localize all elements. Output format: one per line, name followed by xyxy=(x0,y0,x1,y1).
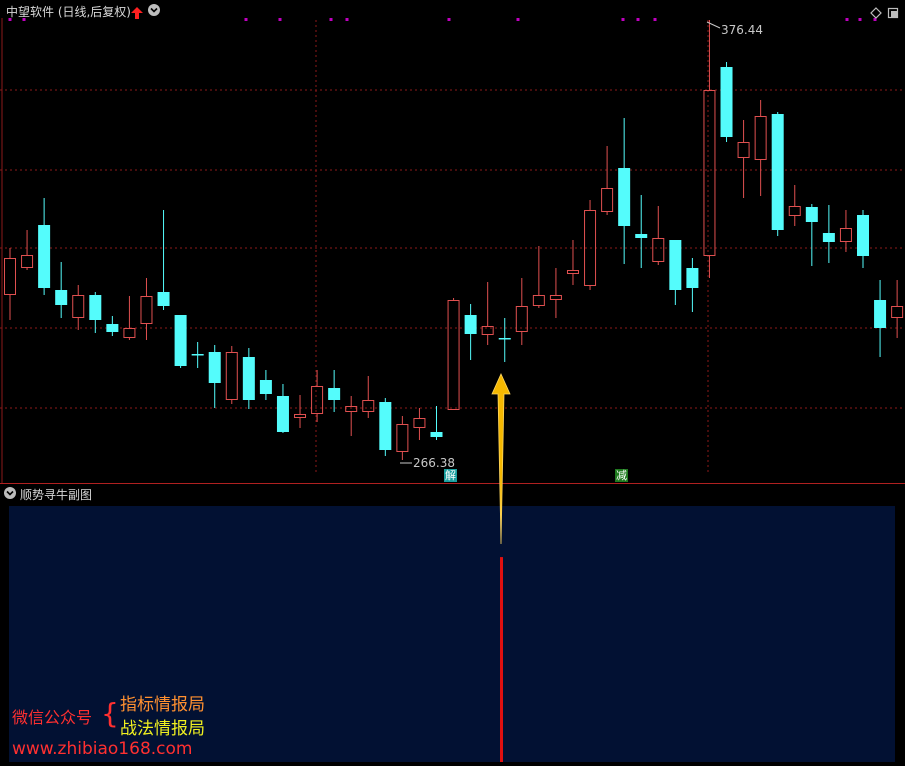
top-marker xyxy=(621,18,625,21)
candle-body xyxy=(379,402,392,450)
top-marker xyxy=(858,18,862,21)
candle-body xyxy=(805,207,818,222)
candle xyxy=(174,315,187,368)
candle-body xyxy=(686,268,699,288)
candle-body xyxy=(174,315,187,366)
candle-body xyxy=(669,240,682,290)
candle-body xyxy=(635,234,648,238)
candle-body xyxy=(242,357,255,400)
low-price-label: 266.38 xyxy=(413,456,455,470)
chart-title: 中望软件 (日线,后复权) xyxy=(6,5,131,19)
candle-body xyxy=(857,215,869,256)
top-marker xyxy=(447,18,451,21)
high-price-label: 376.44 xyxy=(721,23,763,37)
diamond-icon[interactable] xyxy=(870,4,882,19)
candle-body xyxy=(822,233,835,242)
top-marker xyxy=(329,18,333,21)
candle xyxy=(771,112,784,236)
top-marker xyxy=(653,18,657,21)
watermark-brace: { xyxy=(101,697,119,730)
candle-body xyxy=(498,338,511,340)
candle-body xyxy=(464,315,477,334)
candle-body xyxy=(618,168,631,226)
top-marker xyxy=(278,18,282,21)
collapse-subchart-icon[interactable] xyxy=(4,487,16,499)
candle-body xyxy=(276,396,289,432)
candle xyxy=(242,348,255,409)
signal-bar xyxy=(500,557,503,762)
watermark-url[interactable]: www.zhibiao168.com xyxy=(12,739,192,759)
watermark-account-label: 微信公众号 xyxy=(12,708,93,727)
candle-body xyxy=(157,292,170,306)
signal-jian: 减 xyxy=(615,469,628,482)
candle-body xyxy=(208,352,221,383)
candle-body xyxy=(191,354,204,356)
candle-body xyxy=(771,114,784,230)
candle-body xyxy=(89,295,102,320)
chevron-down-icon[interactable] xyxy=(148,4,160,16)
subchart-title: 顺势寻牛副图 xyxy=(20,488,93,502)
buy-arrow-icon xyxy=(491,373,511,545)
top-marker xyxy=(244,18,248,21)
watermark-line2: 战法情报局 xyxy=(120,719,205,739)
candle xyxy=(379,398,392,456)
top-marker xyxy=(516,18,520,21)
candlestick-chart[interactable]: 376.44 266.38 xyxy=(0,0,905,484)
candle xyxy=(720,62,733,142)
candle-body xyxy=(874,300,887,328)
candle-body xyxy=(328,388,341,400)
arrow-up-icon xyxy=(131,4,143,19)
restore-icon[interactable] xyxy=(887,4,899,19)
candle-body xyxy=(55,290,68,305)
top-marker xyxy=(636,18,640,21)
signal-jie: 解 xyxy=(444,469,457,482)
watermark-line1: 指标情报局 xyxy=(120,695,205,715)
candle-body xyxy=(106,324,119,332)
candle-body xyxy=(38,225,51,288)
top-marker xyxy=(845,18,849,21)
top-marker xyxy=(345,18,349,21)
candle-body xyxy=(259,380,272,394)
candle-body xyxy=(720,67,733,137)
candle-body xyxy=(430,432,443,437)
